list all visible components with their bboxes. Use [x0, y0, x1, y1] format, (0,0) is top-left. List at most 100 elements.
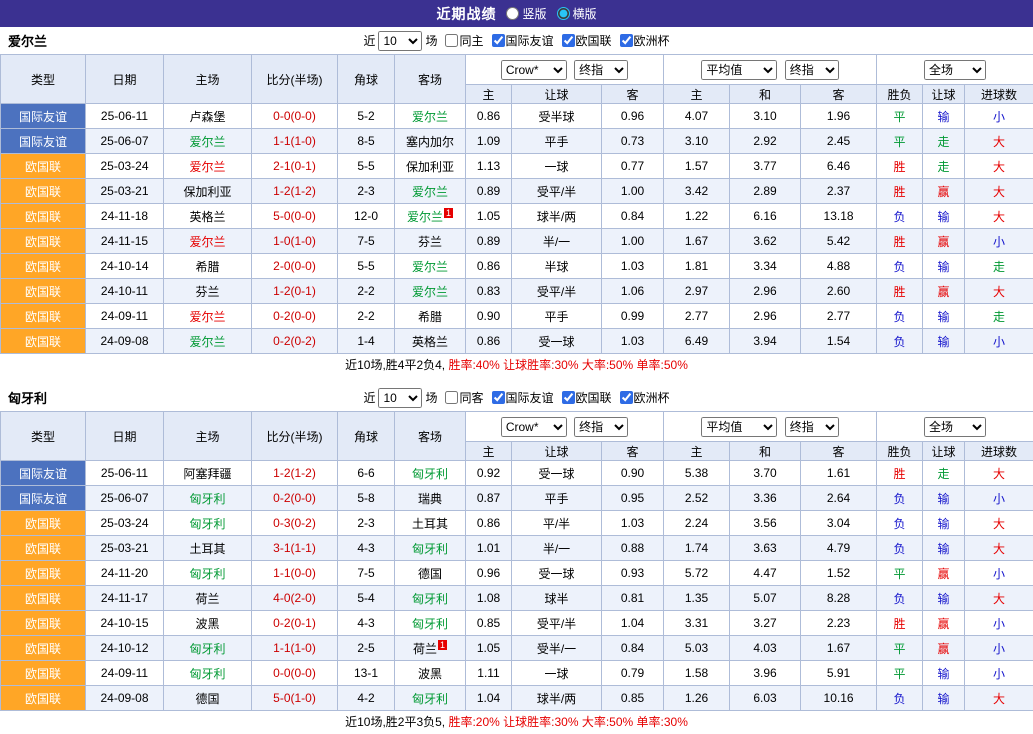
- team-link[interactable]: 希腊: [418, 310, 442, 324]
- odds-time-select-2[interactable]: 终指: [785, 60, 839, 80]
- home-team[interactable]: 德国: [164, 686, 252, 711]
- team-link[interactable]: 土耳其: [412, 517, 448, 531]
- home-team[interactable]: 爱尔兰: [164, 229, 252, 254]
- team-link[interactable]: 爱尔兰: [412, 110, 448, 124]
- team-link[interactable]: 保加利亚: [406, 160, 454, 174]
- team-link[interactable]: 爱尔兰: [412, 185, 448, 199]
- away-team[interactable]: 荷兰1: [395, 636, 466, 661]
- euro-checkbox[interactable]: [620, 391, 633, 404]
- filter-euro[interactable]: 欧洲杯: [615, 389, 670, 406]
- team-link[interactable]: 波黑: [195, 617, 219, 631]
- full-match-select[interactable]: 全场: [924, 60, 986, 80]
- home-team[interactable]: 卢森堡: [164, 104, 252, 129]
- euro-checkbox[interactable]: [620, 34, 633, 47]
- bookmaker-select[interactable]: Crow*: [501, 417, 567, 437]
- away-team[interactable]: 爱尔兰: [395, 279, 466, 304]
- away-team[interactable]: 爱尔兰: [395, 254, 466, 279]
- team-link[interactable]: 荷兰: [413, 642, 437, 656]
- team-link[interactable]: 匈牙利: [189, 567, 225, 581]
- average-select[interactable]: 平均值: [701, 417, 777, 437]
- home-team[interactable]: 匈牙利: [164, 486, 252, 511]
- away-team[interactable]: 德国: [395, 561, 466, 586]
- away-team[interactable]: 塞内加尔: [395, 129, 466, 154]
- home-team[interactable]: 爱尔兰: [164, 154, 252, 179]
- nations-league-checkbox[interactable]: [562, 391, 575, 404]
- team-link[interactable]: 塞内加尔: [406, 135, 454, 149]
- friendly-checkbox[interactable]: [492, 391, 505, 404]
- home-team[interactable]: 阿塞拜疆: [164, 461, 252, 486]
- home-team[interactable]: 匈牙利: [164, 511, 252, 536]
- team-link[interactable]: 波黑: [418, 667, 442, 681]
- team-link[interactable]: 卢森堡: [189, 110, 225, 124]
- home-team[interactable]: 匈牙利: [164, 561, 252, 586]
- friendly-checkbox[interactable]: [492, 34, 505, 47]
- away-team[interactable]: 希腊: [395, 304, 466, 329]
- same-away-checkbox[interactable]: [445, 391, 458, 404]
- home-team[interactable]: 匈牙利: [164, 661, 252, 686]
- team-link[interactable]: 保加利亚: [183, 185, 231, 199]
- filter-same-away[interactable]: 同客: [440, 389, 483, 406]
- team-link[interactable]: 匈牙利: [412, 617, 448, 631]
- team-link[interactable]: 匈牙利: [412, 542, 448, 556]
- away-team[interactable]: 匈牙利: [395, 686, 466, 711]
- vertical-layout-radio[interactable]: [506, 7, 519, 20]
- team-link[interactable]: 匈牙利: [189, 492, 225, 506]
- team-link[interactable]: 阿塞拜疆: [183, 467, 231, 481]
- team-link[interactable]: 荷兰: [195, 592, 219, 606]
- team-link[interactable]: 匈牙利: [412, 467, 448, 481]
- team-link[interactable]: 匈牙利: [189, 517, 225, 531]
- home-team[interactable]: 波黑: [164, 611, 252, 636]
- odds-time-select[interactable]: 终指: [574, 417, 628, 437]
- team-link[interactable]: 英格兰: [189, 210, 225, 224]
- home-team[interactable]: 保加利亚: [164, 179, 252, 204]
- nations-league-checkbox[interactable]: [562, 34, 575, 47]
- away-team[interactable]: 芬兰: [395, 229, 466, 254]
- team-link[interactable]: 匈牙利: [189, 667, 225, 681]
- team-link[interactable]: 爱尔兰: [189, 160, 225, 174]
- team-link[interactable]: 芬兰: [418, 235, 442, 249]
- match-count-select[interactable]: 10: [378, 31, 422, 51]
- team-link[interactable]: 德国: [195, 692, 219, 706]
- home-team[interactable]: 匈牙利: [164, 636, 252, 661]
- home-team[interactable]: 爱尔兰: [164, 129, 252, 154]
- away-team[interactable]: 瑞典: [395, 486, 466, 511]
- away-team[interactable]: 保加利亚: [395, 154, 466, 179]
- team-link[interactable]: 爱尔兰: [189, 335, 225, 349]
- team-link[interactable]: 匈牙利: [412, 592, 448, 606]
- home-team[interactable]: 土耳其: [164, 536, 252, 561]
- filter-friendly[interactable]: 国际友谊: [487, 389, 554, 406]
- team-link[interactable]: 英格兰: [412, 335, 448, 349]
- filter-nations-league[interactable]: 欧国联: [557, 32, 612, 49]
- match-count-select[interactable]: 10: [378, 388, 422, 408]
- team-link[interactable]: 匈牙利: [412, 692, 448, 706]
- team-link[interactable]: 瑞典: [418, 492, 442, 506]
- filter-euro[interactable]: 欧洲杯: [615, 32, 670, 49]
- filter-same-home[interactable]: 同主: [440, 32, 483, 49]
- same-home-checkbox[interactable]: [445, 34, 458, 47]
- odds-time-select[interactable]: 终指: [574, 60, 628, 80]
- team-link[interactable]: 土耳其: [189, 542, 225, 556]
- team-link[interactable]: 德国: [418, 567, 442, 581]
- filter-friendly[interactable]: 国际友谊: [487, 32, 554, 49]
- team-link[interactable]: 爱尔兰: [189, 135, 225, 149]
- team-link[interactable]: 匈牙利: [189, 642, 225, 656]
- full-match-select[interactable]: 全场: [924, 417, 986, 437]
- team-link[interactable]: 芬兰: [195, 285, 219, 299]
- team-link[interactable]: 爱尔兰: [412, 285, 448, 299]
- away-team[interactable]: 匈牙利: [395, 586, 466, 611]
- team-link[interactable]: 希腊: [195, 260, 219, 274]
- away-team[interactable]: 波黑: [395, 661, 466, 686]
- away-team[interactable]: 爱尔兰1: [395, 204, 466, 229]
- away-team[interactable]: 土耳其: [395, 511, 466, 536]
- home-team[interactable]: 英格兰: [164, 204, 252, 229]
- away-team[interactable]: 爱尔兰: [395, 179, 466, 204]
- away-team[interactable]: 匈牙利: [395, 461, 466, 486]
- bookmaker-select[interactable]: Crow*: [501, 60, 567, 80]
- horizontal-layout-radio[interactable]: [557, 7, 570, 20]
- team-link[interactable]: 爱尔兰: [412, 260, 448, 274]
- filter-nations-league[interactable]: 欧国联: [557, 389, 612, 406]
- away-team[interactable]: 匈牙利: [395, 611, 466, 636]
- home-team[interactable]: 希腊: [164, 254, 252, 279]
- home-team[interactable]: 爱尔兰: [164, 304, 252, 329]
- home-team[interactable]: 荷兰: [164, 586, 252, 611]
